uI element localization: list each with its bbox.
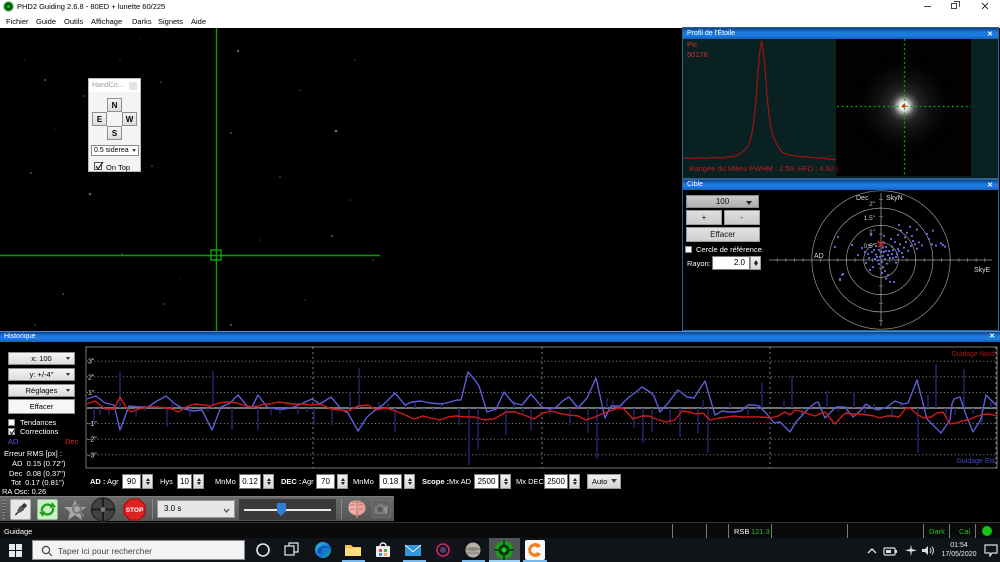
svg-text:-2": -2" xyxy=(88,437,97,444)
svg-text:STOP: STOP xyxy=(126,507,144,514)
svg-text:SkyN: SkyN xyxy=(886,195,903,202)
svg-text:1": 1" xyxy=(88,390,95,397)
svg-text:2": 2" xyxy=(88,374,95,381)
svg-text:1.5": 1.5" xyxy=(864,215,876,222)
svg-text:AD: AD xyxy=(814,253,824,260)
svg-text:Pic: Pic xyxy=(687,40,698,49)
svg-text:-1": -1" xyxy=(88,421,97,428)
svg-text:SkyE: SkyE xyxy=(974,267,991,274)
svg-text:50176: 50176 xyxy=(687,50,708,59)
svg-text:-3": -3" xyxy=(88,452,97,459)
svg-text:Rangée du Milieu FWHM : 2.59,: Rangée du Milieu FWHM : 2.59, HFD : 4.62… xyxy=(689,164,839,173)
svg-text:3": 3" xyxy=(88,359,95,366)
svg-text:Guidage Nord: Guidage Nord xyxy=(951,351,995,358)
svg-text:Guidage Est: Guidage Est xyxy=(956,458,995,465)
svg-text:2": 2" xyxy=(869,201,876,208)
svg-text:1": 1" xyxy=(869,229,876,236)
svg-text:Dec: Dec xyxy=(856,195,869,202)
svg-text:0.5": 0.5" xyxy=(864,243,876,250)
